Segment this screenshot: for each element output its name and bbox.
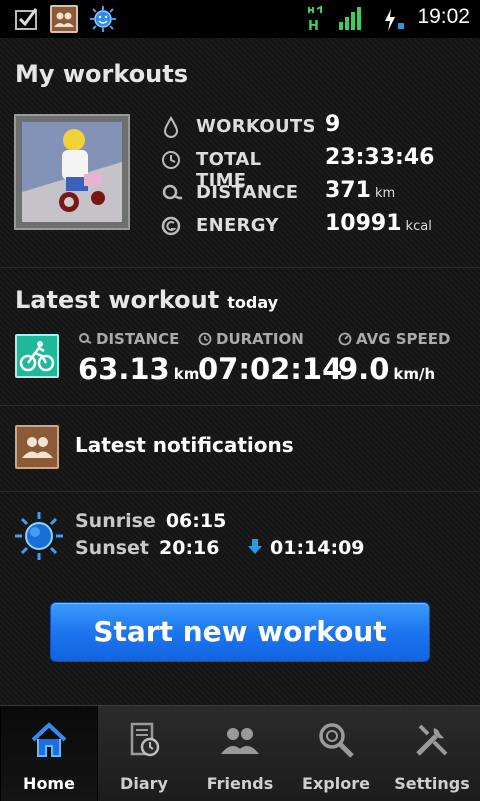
sunset-label: Sunset [75, 537, 150, 559]
clock-icon [198, 332, 212, 346]
drop-icon [163, 116, 179, 138]
start-new-workout-button[interactable]: Start new workout [50, 602, 430, 662]
arrow-down-icon [248, 539, 262, 554]
avatar-picture [22, 122, 122, 222]
status-bar: H 19:02 [0, 0, 480, 38]
latest-distance: DISTANCE 63.13 km [78, 330, 199, 386]
speedometer-icon [338, 332, 352, 346]
friends-notification-icon [50, 5, 78, 33]
profile-avatar[interactable] [14, 114, 130, 230]
nav-explore[interactable]: Explore [288, 706, 384, 801]
sunrise-label: Sunrise [75, 510, 156, 532]
diary-icon [130, 722, 160, 757]
latest-distance-label: DISTANCE [78, 330, 199, 348]
sunset-row: Sunset 20:16 [75, 537, 220, 559]
bottom-navigation: Home Diary Friends Explore Settings [0, 705, 480, 801]
stat-value: 23:33:46 [325, 145, 435, 170]
latest-notifications-link[interactable]: Latest notifications [75, 433, 294, 457]
latest-duration-value: 07:02:14 [198, 352, 343, 386]
nav-settings[interactable]: Settings [384, 706, 480, 801]
latest-distance-value: 63.13 km [78, 352, 200, 386]
sunrise-row: Sunrise 06:15 [75, 510, 226, 532]
nav-home[interactable]: Home [0, 706, 98, 801]
sunset-time: 20:16 [159, 537, 220, 559]
distance-icon [79, 333, 92, 344]
sunrise-time: 06:15 [165, 510, 227, 532]
signal-strength-icon [339, 7, 361, 30]
latest-avg-speed-label: AVG SPEED [338, 330, 450, 348]
latest-duration: DURATION 07:02:14 [198, 330, 342, 386]
stat-value: 371 km [325, 178, 396, 203]
clock-time: 19:02 [417, 5, 470, 28]
stat-value: 10991 kcal [325, 211, 432, 236]
network-type-icon: H [308, 5, 322, 33]
svg-text:H: H [308, 19, 319, 33]
nav-label: Diary [120, 774, 168, 793]
battery-level-indicator [398, 23, 404, 29]
distance-icon [162, 184, 182, 200]
nav-label: Friends [206, 774, 274, 793]
divider [0, 267, 480, 268]
cycling-activity-icon[interactable] [15, 334, 59, 378]
stat-label: WORKOUTS [196, 116, 316, 137]
sunset-countdown: 01:14:09 [248, 537, 365, 559]
latest-avg-speed: AVG SPEED 9.0 km/h [338, 330, 450, 386]
stat-value: 9 [325, 112, 341, 137]
home-icon [31, 722, 67, 757]
latest-workout-when: today [227, 293, 279, 312]
latest-workout-title: Latest workout today [15, 286, 279, 314]
nav-label: Settings [394, 774, 470, 793]
stat-label: ENERGY [196, 215, 279, 236]
nav-friends[interactable]: Friends [192, 706, 288, 801]
nav-label: Explore [302, 774, 370, 793]
energy-icon [161, 216, 181, 236]
nav-diary[interactable]: Diary [96, 706, 192, 801]
clock-icon [162, 151, 180, 169]
sun-notification-icon [90, 6, 116, 32]
divider [0, 491, 480, 492]
explore-icon [319, 723, 354, 758]
settings-icon [416, 724, 448, 756]
notifications-icon[interactable] [15, 425, 59, 469]
stat-label: DISTANCE [196, 182, 299, 203]
nav-label: Home [23, 774, 75, 793]
divider [0, 405, 480, 406]
latest-duration-label: DURATION [198, 330, 342, 348]
my-workouts-title: My workouts [15, 60, 189, 88]
charging-icon [385, 9, 395, 31]
checkbox-notification-icon [15, 8, 38, 30]
sun-icon [15, 512, 63, 560]
friends-icon [221, 728, 259, 754]
latest-avg-speed-value: 9.0 km/h [338, 352, 436, 386]
